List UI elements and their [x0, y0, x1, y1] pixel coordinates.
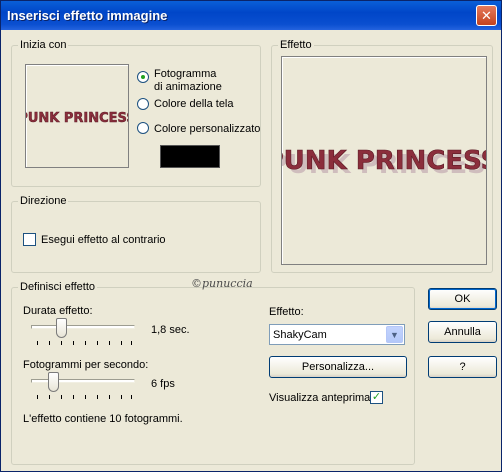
- watermark-text: ©punuccia: [191, 277, 253, 290]
- reverse-effect-label: Esegui effetto al contrario: [41, 234, 166, 246]
- close-button[interactable]: ✕: [476, 5, 497, 26]
- fps-slider-track[interactable]: [31, 379, 135, 383]
- start-with-legend: Inizia con: [18, 39, 69, 51]
- chevron-down-icon[interactable]: ▼: [386, 326, 403, 343]
- radio-custom-color[interactable]: [137, 122, 149, 134]
- title-bar[interactable]: Inserisci effetto immagine ✕: [1, 1, 501, 30]
- fps-value: 6 fps: [151, 378, 175, 390]
- close-icon: ✕: [481, 8, 492, 23]
- effect-preview-legend: Effetto: [278, 39, 314, 51]
- frame-count-info: L'effetto contiene 10 fotogrammi.: [23, 413, 183, 425]
- start-preview: PUNK PRINCESS: [18, 64, 136, 168]
- show-preview-checkbox[interactable]: ✓: [370, 391, 383, 404]
- help-button-label: ?: [459, 361, 466, 373]
- ok-button-label: OK: [454, 293, 471, 305]
- svg-text:PUNK PRINCESS: PUNK PRINCESS: [282, 146, 486, 176]
- customize-button[interactable]: Personalizza...: [269, 356, 407, 378]
- duration-label: Durata effetto:: [23, 305, 93, 317]
- svg-text:PUNK PRINCESS: PUNK PRINCESS: [26, 111, 128, 126]
- show-preview-label: Visualizza anteprima: [269, 392, 371, 404]
- define-effect-legend: Definisci effetto: [18, 281, 98, 293]
- customize-button-label: Personalizza...: [301, 361, 375, 373]
- checkmark-icon: ✓: [371, 391, 382, 403]
- fps-slider-ticks: [37, 395, 132, 399]
- cancel-button-label: Annulla: [444, 326, 481, 338]
- help-button[interactable]: ?: [428, 356, 497, 378]
- effect-type-label: Effetto:: [269, 306, 304, 318]
- fps-slider-thumb[interactable]: [47, 372, 59, 392]
- fps-label: Fotogrammi per secondo:: [23, 359, 149, 371]
- custom-color-swatch[interactable]: [160, 145, 220, 168]
- effect-type-value: ShakyCam: [273, 329, 327, 341]
- dialog-window: Inserisci effetto immagine ✕ Inizia con …: [0, 0, 502, 472]
- ok-button[interactable]: OK: [428, 288, 497, 310]
- radio-animation-frame-label-1: Fotogramma: [154, 68, 217, 80]
- radio-animation-frame[interactable]: [137, 71, 149, 83]
- radio-canvas-color[interactable]: [137, 98, 149, 110]
- duration-value: 1,8 sec.: [151, 324, 190, 336]
- reverse-effect-checkbox[interactable]: [23, 233, 36, 246]
- direction-legend: Direzione: [18, 195, 69, 207]
- cancel-button[interactable]: Annulla: [428, 321, 497, 343]
- window-title: Inserisci effetto immagine: [7, 8, 168, 23]
- effect-preview: PUNK PRINCESS PUNK PRINCESS: [264, 56, 502, 265]
- duration-slider-thumb[interactable]: [56, 318, 68, 338]
- duration-slider-track[interactable]: [31, 325, 135, 329]
- duration-slider-ticks: [37, 341, 132, 345]
- radio-custom-color-label: Colore personalizzato: [154, 123, 261, 135]
- effect-type-select[interactable]: ShakyCam ▼: [269, 324, 405, 345]
- radio-canvas-color-label: Colore della tela: [154, 98, 234, 110]
- effect-preview-logo: PUNK PRINCESS PUNK PRINCESS: [264, 146, 502, 180]
- start-preview-logo: PUNK PRINCESS: [18, 111, 136, 127]
- radio-animation-frame-label-2: di animazione: [154, 81, 222, 93]
